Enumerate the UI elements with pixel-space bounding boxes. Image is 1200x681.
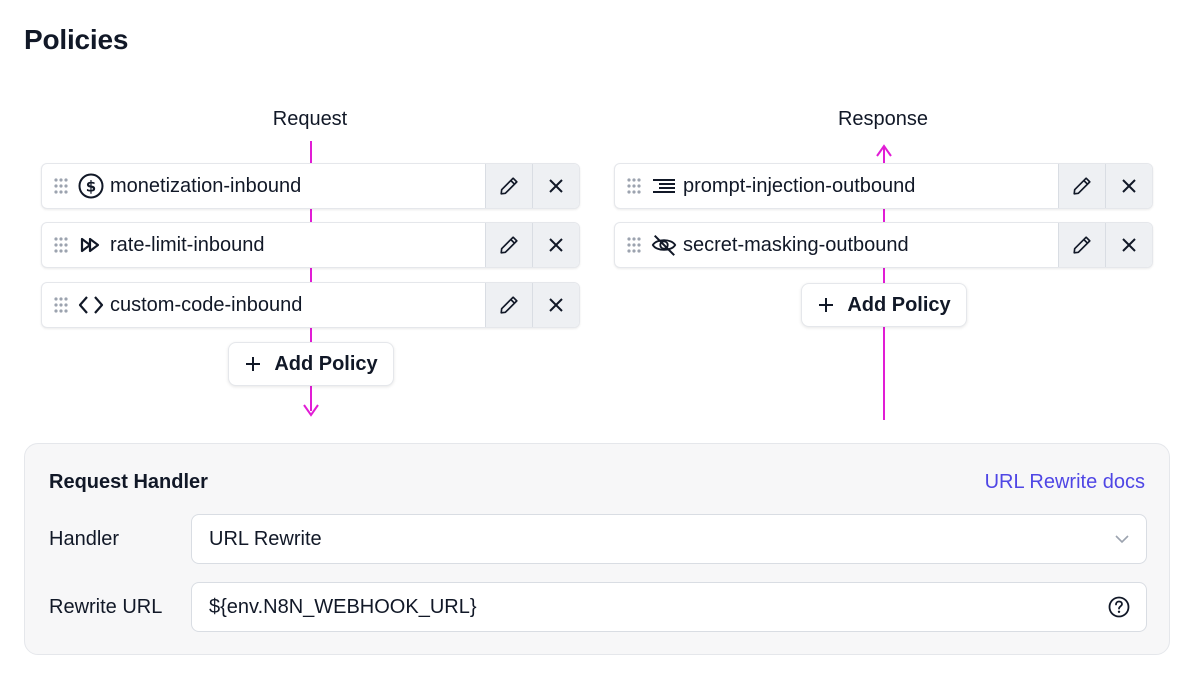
pencil-icon: [1073, 177, 1091, 195]
remove-button[interactable]: [1105, 164, 1152, 208]
policy-name: monetization-inbound: [110, 174, 302, 197]
close-icon: [549, 298, 563, 312]
rewrite-url-input[interactable]: ${env.N8N_WEBHOOK_URL}: [191, 582, 1147, 632]
add-policy-label: Add Policy: [274, 352, 378, 375]
drag-handle-icon[interactable]: [52, 177, 70, 195]
policy-name: custom-code-inbound: [110, 293, 303, 316]
policy-name: secret-masking-outbound: [683, 233, 909, 256]
policy-name: rate-limit-inbound: [110, 233, 265, 256]
drag-handle-icon[interactable]: [52, 296, 70, 314]
pencil-icon: [500, 177, 518, 195]
chevron-down-icon: [1115, 535, 1129, 544]
eye-off-icon: [651, 232, 677, 258]
fast-forward-icon: [78, 232, 104, 258]
request-handler-panel: Request Handler URL Rewrite docs Handler…: [24, 443, 1170, 655]
remove-button[interactable]: [532, 223, 579, 267]
drag-handle-icon[interactable]: [625, 177, 643, 195]
response-label: Response: [837, 108, 929, 130]
response-arrow-up-icon: [876, 144, 892, 157]
rewrite-url-field-label: Rewrite URL: [49, 596, 163, 618]
edit-button[interactable]: [1058, 164, 1105, 208]
handler-select[interactable]: URL Rewrite: [191, 514, 1147, 564]
edit-button[interactable]: [1058, 223, 1105, 267]
pencil-icon: [500, 296, 518, 314]
help-circle-icon[interactable]: [1108, 596, 1130, 618]
drag-handle-icon[interactable]: [625, 236, 643, 254]
pencil-icon: [1073, 236, 1091, 254]
drag-handle-icon[interactable]: [52, 236, 70, 254]
close-icon: [549, 179, 563, 193]
policy-name: prompt-injection-outbound: [683, 174, 916, 197]
close-icon: [549, 238, 563, 252]
text-align-icon: [651, 173, 677, 199]
edit-button[interactable]: [485, 223, 532, 267]
policy-card-prompt-injection-outbound[interactable]: prompt-injection-outbound: [614, 163, 1153, 209]
remove-button[interactable]: [1105, 223, 1152, 267]
handler-select-value: URL Rewrite: [209, 527, 322, 550]
request-arrow-down-icon: [303, 404, 319, 417]
url-rewrite-docs-link[interactable]: URL Rewrite docs: [985, 471, 1145, 494]
response-add-policy-button[interactable]: Add Policy: [801, 283, 967, 327]
rewrite-url-value: ${env.N8N_WEBHOOK_URL}: [209, 595, 477, 618]
handler-field-label: Handler: [49, 528, 120, 550]
request-label: Request: [272, 108, 348, 130]
policy-card-monetization-inbound[interactable]: $ monetization-inbound: [41, 163, 580, 209]
edit-button[interactable]: [485, 283, 532, 327]
code-brackets-icon: [78, 292, 104, 318]
handler-panel-title: Request Handler: [49, 471, 208, 493]
request-add-policy-button[interactable]: Add Policy: [228, 342, 394, 386]
pencil-icon: [500, 236, 518, 254]
close-icon: [1122, 179, 1136, 193]
dollar-circle-icon: $: [78, 173, 104, 199]
plus-icon: [819, 298, 834, 312]
svg-text:$: $: [86, 178, 96, 196]
policy-card-secret-masking-outbound[interactable]: secret-masking-outbound: [614, 222, 1153, 268]
remove-button[interactable]: [532, 283, 579, 327]
remove-button[interactable]: [532, 164, 579, 208]
add-policy-label: Add Policy: [847, 293, 951, 316]
policy-card-custom-code-inbound[interactable]: custom-code-inbound: [41, 282, 580, 328]
page-title: Policies: [24, 24, 129, 55]
close-icon: [1122, 238, 1136, 252]
edit-button[interactable]: [485, 164, 532, 208]
policy-card-rate-limit-inbound[interactable]: rate-limit-inbound: [41, 222, 580, 268]
plus-icon: [246, 357, 261, 371]
